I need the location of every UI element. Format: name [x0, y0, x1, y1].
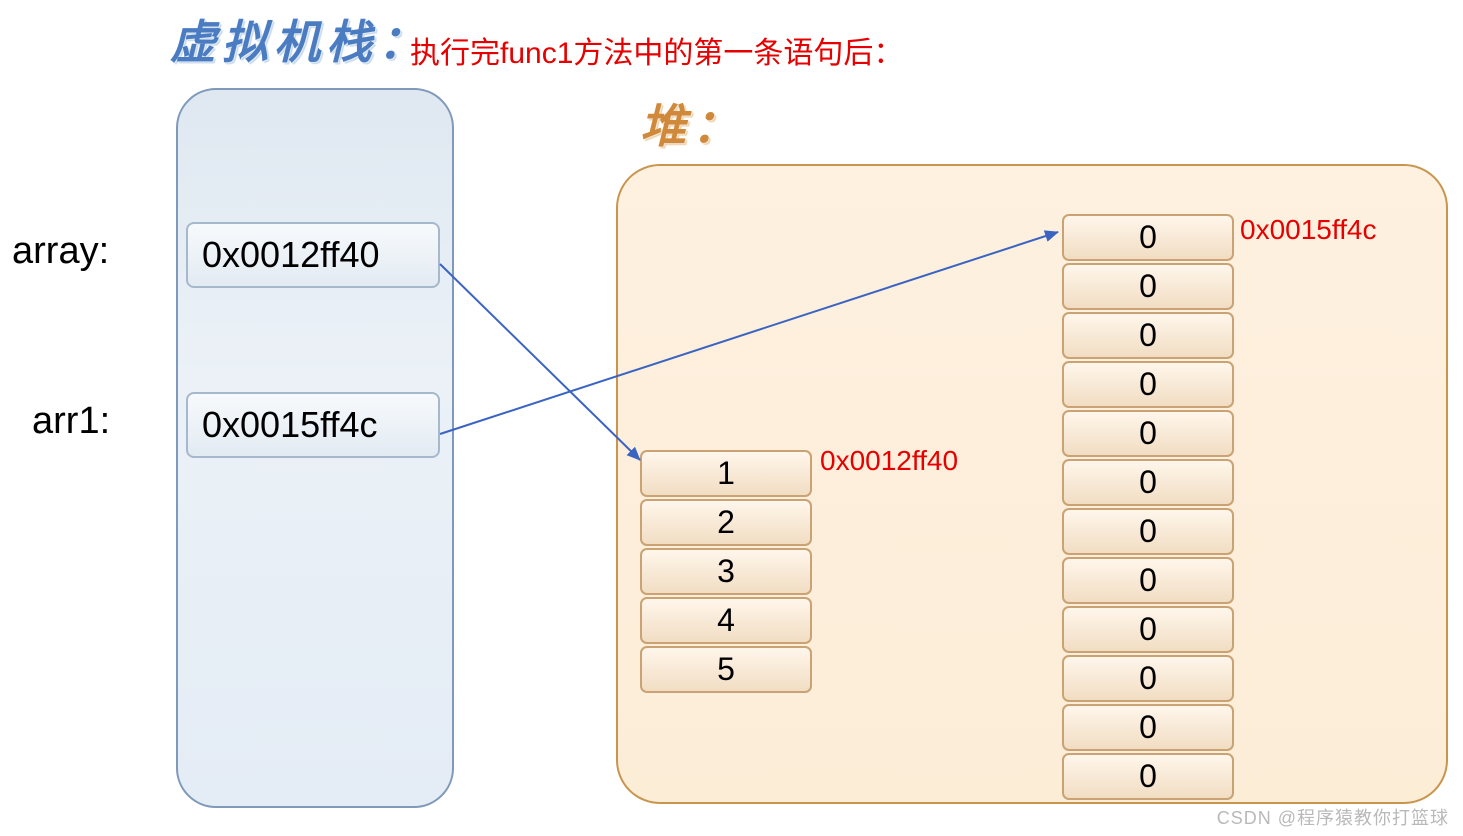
heap-large-cell: 0 — [1062, 704, 1234, 751]
heap-large-cell: 0 — [1062, 557, 1234, 604]
heap-large-cell: 0 — [1062, 361, 1234, 408]
stack-label-array: array: — [12, 230, 109, 273]
caption-text: 执行完func1方法中的第一条语句后： — [410, 28, 903, 72]
heap-large-cell: 0 — [1062, 214, 1234, 261]
heap-large-cell: 0 — [1062, 655, 1234, 702]
watermark: CSDN @程序猿教你打篮球 — [1217, 804, 1449, 830]
heap-large-array: 0 0 0 0 0 0 0 0 0 0 0 0 — [1062, 214, 1234, 802]
heap-small-cell: 2 — [640, 499, 812, 546]
heap-small-cell: 1 — [640, 450, 812, 497]
arrow-array-to-heap-small — [440, 264, 640, 460]
stack-title: 虚拟机栈： — [170, 6, 430, 72]
stack-cell-arr1: 0x0015ff4c — [186, 392, 440, 458]
heap-large-cell: 0 — [1062, 410, 1234, 457]
heap-small-cell: 4 — [640, 597, 812, 644]
heap-small-array: 1 2 3 4 5 — [640, 450, 812, 695]
heap-large-cell: 0 — [1062, 263, 1234, 310]
stack-label-arr1: arr1: — [32, 400, 110, 443]
heap-small-cell: 5 — [640, 646, 812, 693]
heap-large-cell: 0 — [1062, 606, 1234, 653]
heap-large-cell: 0 — [1062, 753, 1234, 800]
heap-small-address: 0x0012ff40 — [820, 445, 958, 477]
stack-cell-array: 0x0012ff40 — [186, 222, 440, 288]
heap-large-cell: 0 — [1062, 508, 1234, 555]
heap-small-cell: 3 — [640, 548, 812, 595]
heap-title: 堆： — [640, 90, 744, 156]
heap-large-cell: 0 — [1062, 459, 1234, 506]
heap-large-address: 0x0015ff4c — [1240, 214, 1377, 246]
heap-large-cell: 0 — [1062, 312, 1234, 359]
